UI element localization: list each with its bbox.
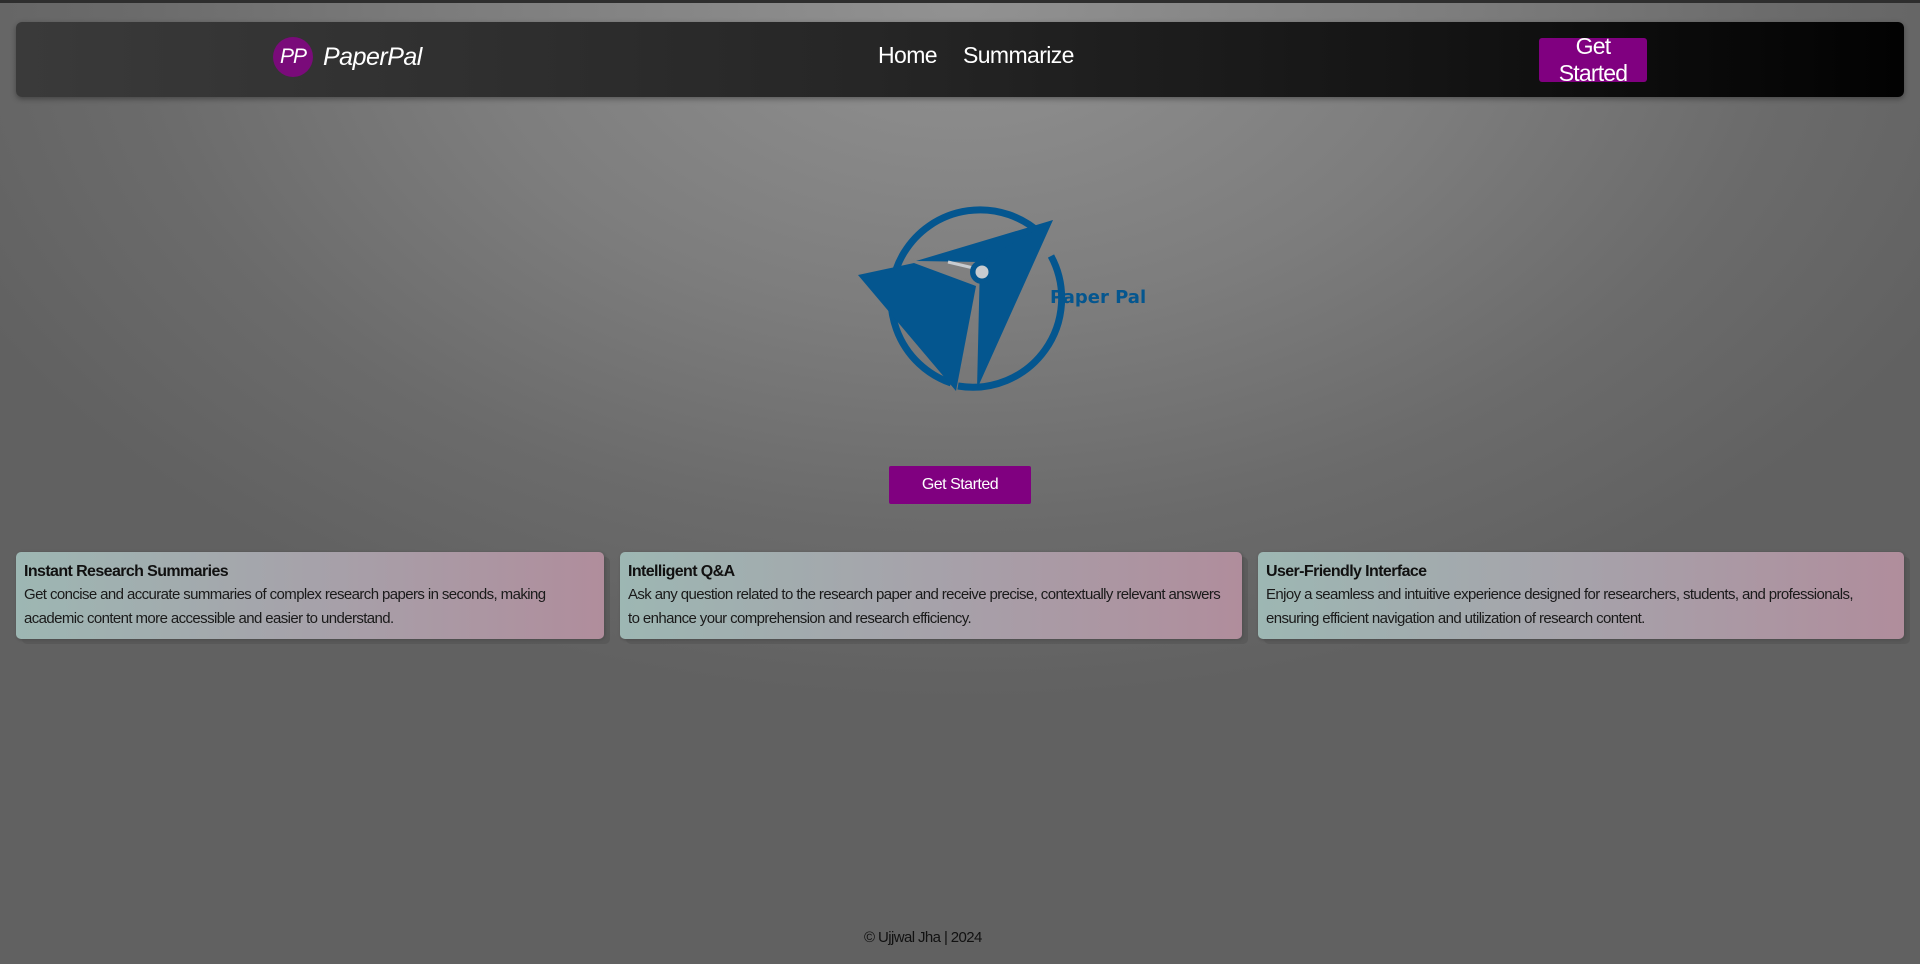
brand-logo-badge: PP: [273, 37, 313, 77]
feature-description: Get concise and accurate summaries of co…: [24, 586, 546, 627]
feature-card-interface: User-Friendly Interface Enjoy a seamless…: [1258, 552, 1904, 639]
feature-description: Ask any question related to the research…: [628, 586, 1221, 627]
hero-logo-text: Paper Pal: [1050, 287, 1146, 308]
nav-links: Home Summarize: [878, 42, 1074, 69]
feature-title: Instant Research Summaries: [24, 563, 229, 580]
hero-get-started-button[interactable]: Get Started: [889, 466, 1031, 504]
nav-link-home[interactable]: Home: [878, 42, 938, 69]
hero-logo: Paper Pal: [858, 198, 1148, 398]
feature-card-summaries: Instant Research Summaries Get concise a…: [16, 552, 604, 639]
feature-title: User-Friendly Interface: [1266, 563, 1427, 580]
navbar: PP PaperPal Home Summarize Get Started: [16, 22, 1904, 97]
feature-card-qa: Intelligent Q&A Ask any question related…: [620, 552, 1242, 639]
navbar-get-started-button[interactable]: Get Started: [1539, 33, 1647, 86]
footer-copyright: © Ujjwal Jha | 2024: [864, 929, 982, 946]
feature-description: Enjoy a seamless and intuitive experienc…: [1266, 586, 1854, 627]
feature-title: Intelligent Q&A: [628, 563, 735, 580]
paper-plane-logo-icon: Paper Pal: [858, 206, 1146, 391]
brand-name: PaperPal: [323, 42, 422, 71]
brand-link[interactable]: PP PaperPal: [273, 35, 422, 79]
nav-link-summarize[interactable]: Summarize: [963, 42, 1075, 69]
